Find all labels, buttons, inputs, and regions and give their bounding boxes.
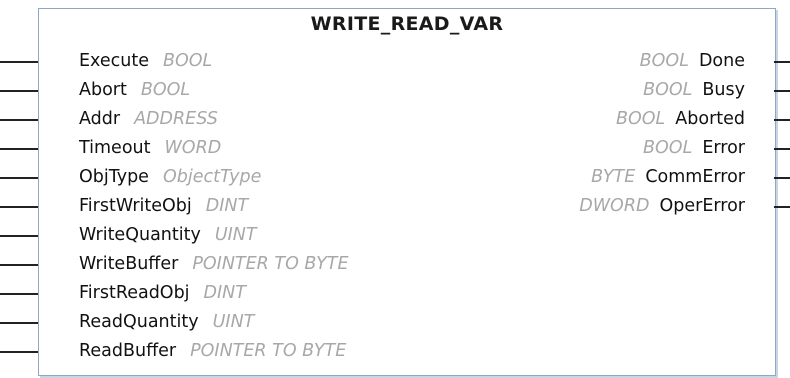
pin-type: ADDRESS xyxy=(134,109,218,129)
pin-type: BOOL xyxy=(140,80,191,100)
function-block: WRITE_READ_VAR Execute BOOL Abort BOOL Add… xyxy=(38,8,776,376)
input-wire-objtype xyxy=(0,177,38,179)
input-wire-firstwriteobj xyxy=(0,206,38,208)
pin-name: ReadBuffer xyxy=(79,341,177,361)
pin-name: Timeout xyxy=(79,138,151,158)
pin-name: ReadQuantity xyxy=(79,312,199,332)
input-wire-writequantity xyxy=(0,235,38,237)
pin-type: BOOL xyxy=(639,51,689,71)
input-wire-readquantity xyxy=(0,322,38,324)
output-wire-aborted xyxy=(774,119,790,121)
output-pin-error: BOOL Error xyxy=(643,134,745,163)
input-pin-execute: Execute BOOL xyxy=(79,47,212,76)
pin-name: CommError xyxy=(645,167,745,187)
pin-name: FirstReadObj xyxy=(79,283,190,303)
pin-type: DINT xyxy=(203,283,246,303)
input-pin-objtype: ObjType ObjectType xyxy=(79,163,261,192)
pin-name: OperError xyxy=(659,196,745,216)
pin-name: FirstWriteObj xyxy=(79,196,192,216)
output-pin-busy: BOOL Busy xyxy=(643,76,745,105)
pin-type: WORD xyxy=(164,138,222,158)
input-wire-timeout xyxy=(0,148,38,150)
pin-name: Addr xyxy=(79,109,121,129)
output-pin-aborted: BOOL Aborted xyxy=(616,105,745,134)
pin-type: POINTER TO BYTE xyxy=(192,254,349,274)
input-wire-abort xyxy=(0,90,38,92)
output-pin-opererror: DWORD OperError xyxy=(579,192,745,221)
pin-name: Aborted xyxy=(675,109,745,129)
input-wire-readbuffer xyxy=(0,351,38,353)
pin-name: WriteQuantity xyxy=(79,225,201,245)
input-wire-writebuffer xyxy=(0,264,38,266)
block-title: WRITE_READ_VAR xyxy=(310,13,504,35)
pin-type: BOOL xyxy=(643,138,693,158)
pin-type: DWORD xyxy=(579,196,650,216)
input-pin-writequantity: WriteQuantity UINT xyxy=(79,221,257,250)
input-pin-writebuffer: WriteBuffer POINTER TO BYTE xyxy=(79,250,349,279)
output-pin-commerror: BYTE CommError xyxy=(591,163,745,192)
output-pin-done: BOOL Done xyxy=(640,47,745,76)
pin-type: DINT xyxy=(205,196,249,216)
input-pin-abort: Abort BOOL xyxy=(79,76,190,105)
input-pin-timeout: Timeout WORD xyxy=(79,134,221,163)
input-pin-firstreadobj: FirstReadObj DINT xyxy=(79,279,246,308)
pin-name: Busy xyxy=(702,80,745,100)
input-wire-addr xyxy=(0,119,38,121)
output-wire-error xyxy=(774,148,790,150)
output-wire-busy xyxy=(774,90,790,92)
pin-type: BOOL xyxy=(615,109,666,129)
input-pin-readbuffer: ReadBuffer POINTER TO BYTE xyxy=(79,337,346,366)
pin-name: Abort xyxy=(79,80,127,100)
output-wire-commerror xyxy=(774,177,790,179)
input-pin-addr: Addr ADDRESS xyxy=(79,105,218,134)
input-wire-execute xyxy=(0,61,38,63)
output-wire-opererror xyxy=(774,206,790,208)
pin-name: Execute xyxy=(79,51,149,71)
pin-type: BYTE xyxy=(591,167,636,187)
pin-type: POINTER TO BYTE xyxy=(190,341,347,361)
pin-name: Error xyxy=(702,138,745,158)
input-wire-firstreadobj xyxy=(0,293,38,295)
pin-type: UINT xyxy=(212,312,255,332)
input-pin-firstwriteobj: FirstWriteObj DINT xyxy=(79,192,248,221)
input-pin-readquantity: ReadQuantity UINT xyxy=(79,308,254,337)
pin-type: ObjectType xyxy=(162,167,262,187)
pin-name: WriteBuffer xyxy=(79,254,179,274)
pin-type: UINT xyxy=(214,225,257,245)
pin-name: Done xyxy=(698,51,745,71)
output-wire-done xyxy=(774,61,790,63)
pin-type: BOOL xyxy=(162,51,213,71)
pin-name: ObjType xyxy=(79,167,149,187)
pin-type: BOOL xyxy=(643,80,693,100)
